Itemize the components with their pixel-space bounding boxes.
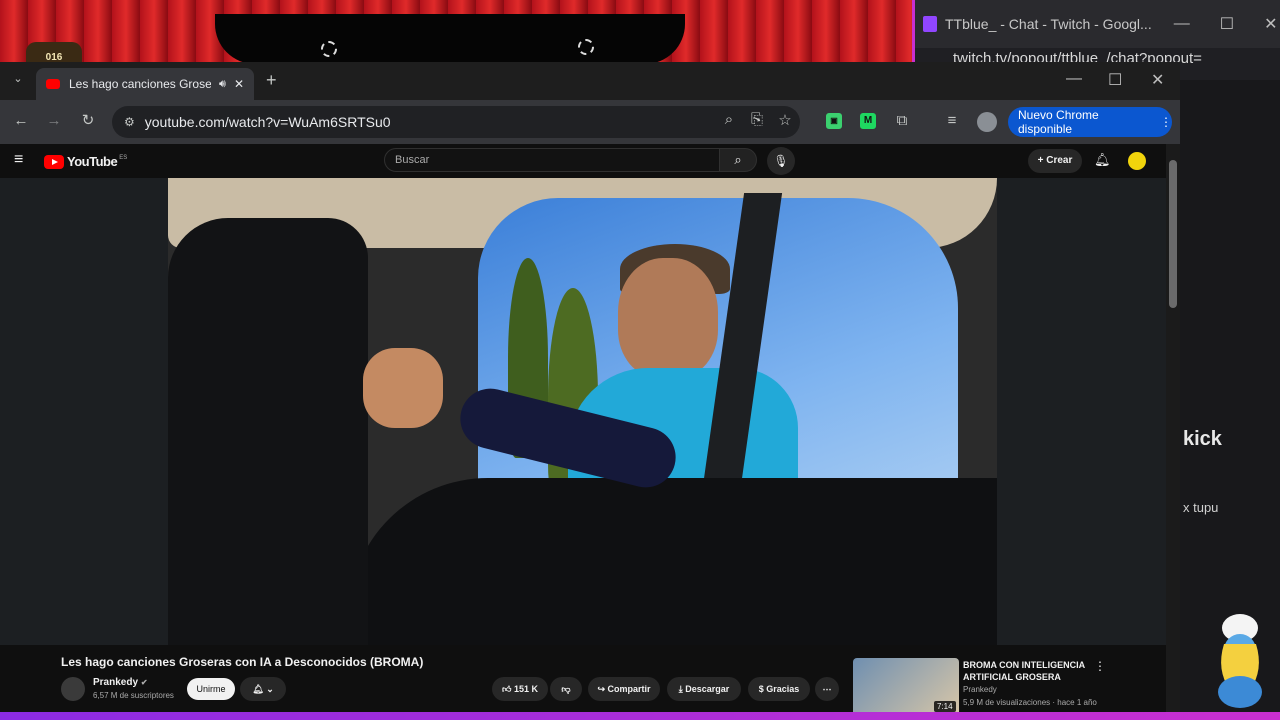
thanks-button[interactable]: $ Gracias [748, 677, 810, 701]
notifications-bell-icon[interactable]: 🔔︎ [1094, 152, 1111, 168]
tab-search-icon[interactable]: ⌄ [5, 72, 31, 85]
more-vert-icon[interactable]: ⋮ [1160, 115, 1172, 129]
like-button[interactable]: 👍︎ 151 K [492, 677, 548, 701]
recommended-title[interactable]: BROMA CON INTELIGENCIA ARTIFICIAL GROSER… [963, 659, 1091, 683]
bell-icon: 🔔︎ [252, 684, 264, 694]
twitch-logo-icon [923, 16, 937, 32]
account-avatar[interactable] [1128, 152, 1146, 170]
subscriber-count: 6,57 M de suscriptores [93, 691, 174, 700]
subscribe-bell-button[interactable]: 🔔︎ ⌄ [240, 677, 286, 701]
smurf-mascot-icon [1218, 614, 1262, 708]
chevron-down-icon: ⌄ [266, 684, 274, 694]
menu-icon[interactable]: ≡ [14, 151, 23, 169]
minimize-icon[interactable]: — [1174, 15, 1190, 33]
dislike-button[interactable]: 👎︎ [550, 677, 582, 701]
share-button[interactable]: ↪ Compartir [588, 677, 660, 701]
update-button-label: Nuevo Chrome disponible [1018, 108, 1099, 136]
download-label: Descargar [685, 684, 730, 694]
twitch-titlebar: TTblue_ - Chat - Twitch - Googl... — ☐ ✕ [915, 0, 1280, 48]
share-label: Compartir [607, 684, 651, 694]
recommended-channel[interactable]: Prankedy [963, 685, 997, 694]
tab-strip: ⌄ Les hago canciones Grosera 🔊︎ ✕ + — ☐ … [0, 62, 1180, 100]
close-icon[interactable]: ✕ [1264, 14, 1277, 34]
chrome-window: ⌄ Les hago canciones Grosera 🔊︎ ✕ + — ☐ … [0, 62, 1180, 720]
stream-curtain-stage [215, 14, 685, 64]
more-actions-button[interactable]: ⋯ [815, 677, 839, 701]
stream-bottom-bar [0, 712, 1280, 720]
thumbs-up-icon: 👍︎ [502, 684, 514, 694]
back-icon[interactable]: ← [8, 112, 34, 129]
car-seat [168, 218, 368, 645]
audio-playing-icon[interactable]: 🔊︎ [219, 78, 226, 91]
extension-m-icon[interactable]: M [860, 113, 876, 129]
video-metadata: Les hago canciones Groseras con IA a Des… [0, 645, 1166, 720]
video-frame[interactable] [168, 178, 997, 645]
loading-spinner-icon [578, 39, 594, 55]
channel-name[interactable]: Prankedy ✔ [93, 677, 148, 688]
create-button[interactable]: + Crear [1028, 149, 1082, 173]
youtube-header: ≡ YouTube ES Buscar ⌕ 🎙︎ + Crear 🔔︎ [0, 144, 1166, 178]
video-title: Les hago canciones Groseras con IA a Des… [61, 655, 424, 669]
forward-icon[interactable]: → [41, 112, 67, 129]
youtube-logo[interactable]: YouTube ES [44, 154, 127, 169]
maximize-icon[interactable]: ☐ [1220, 14, 1234, 34]
chat-message-kick: kick [1183, 428, 1222, 450]
person-head [618, 258, 718, 378]
profile-avatar[interactable] [977, 112, 997, 132]
thumbs-down-icon: 👎︎ [561, 684, 571, 694]
search-input[interactable]: Buscar [384, 148, 720, 172]
scrollbar-thumb[interactable] [1169, 160, 1177, 308]
maximize-icon[interactable]: ☐ [1108, 70, 1122, 90]
new-tab-button[interactable]: + [266, 70, 277, 91]
youtube-play-icon [44, 154, 64, 169]
recommended-views: 5,9 M de visualizaciones · hace 1 año [963, 698, 1097, 707]
youtube-logo-text: YouTube [67, 154, 118, 169]
media-controls-icon[interactable]: ≡ [939, 112, 965, 129]
like-count: 151 K [513, 684, 538, 694]
person-hand [363, 348, 443, 428]
youtube-region: ES [119, 154, 128, 161]
youtube-page: ≡ YouTube ES Buscar ⌕ 🎙︎ + Crear 🔔︎ Les … [0, 144, 1180, 720]
extensions-puzzle-icon[interactable]: ⧉ [889, 112, 915, 129]
channel-avatar[interactable] [61, 677, 85, 701]
extension-icon[interactable]: ▣ [826, 113, 842, 129]
verified-icon: ✔ [140, 678, 148, 687]
reload-icon[interactable]: ↻ [75, 111, 101, 129]
tab-title: Les hago canciones Grosera [69, 77, 211, 91]
loading-spinner-icon [321, 41, 337, 57]
tab-close-icon[interactable]: ✕ [234, 77, 244, 91]
minimize-icon[interactable]: — [1066, 70, 1082, 88]
install-app-icon[interactable]: ⎘ [744, 111, 770, 128]
video-player[interactable] [0, 178, 1166, 645]
twitch-window-title: TTblue_ - Chat - Twitch - Googl... [945, 16, 1152, 32]
search-button[interactable]: ⌕ [719, 148, 757, 172]
bookmark-star-icon[interactable]: ☆ [772, 111, 798, 129]
car-dashboard [348, 478, 997, 645]
thanks-label: Gracias [766, 684, 800, 694]
zoom-icon[interactable]: ⌕ [716, 111, 742, 128]
microphone-icon[interactable]: 🎙︎ [767, 147, 795, 175]
close-icon[interactable]: ✕ [1151, 70, 1164, 90]
download-button[interactable]: ⤓ Descargar [667, 677, 741, 701]
youtube-favicon-icon [46, 79, 60, 89]
create-label: Crear [1046, 155, 1073, 166]
address-bar[interactable]: ⚙ youtube.com/watch?v=WuAm6SRTSu0 ⌕ ⎘ ☆ [112, 106, 800, 138]
chat-message-tupu: x tupu [1183, 500, 1219, 515]
share-icon: ↪ [597, 684, 608, 694]
tab-youtube[interactable]: Les hago canciones Grosera 🔊︎ ✕ [36, 68, 254, 100]
join-button[interactable]: Unirme [187, 678, 235, 700]
chrome-toolbar: ← → ↻ ⚙ youtube.com/watch?v=WuAm6SRTSu0 … [0, 100, 1180, 144]
site-info-icon[interactable]: ⚙ [124, 115, 135, 129]
recommended-more-icon[interactable]: ⋮ [1094, 659, 1106, 673]
channel-name-text[interactable]: Prankedy [93, 677, 138, 688]
recommended-duration: 7:14 [934, 701, 956, 712]
chrome-update-button[interactable]: Nuevo Chrome disponible ⋮ [1008, 107, 1172, 137]
address-text[interactable]: youtube.com/watch?v=WuAm6SRTSu0 [145, 114, 391, 130]
plus-icon: + [1037, 155, 1047, 166]
